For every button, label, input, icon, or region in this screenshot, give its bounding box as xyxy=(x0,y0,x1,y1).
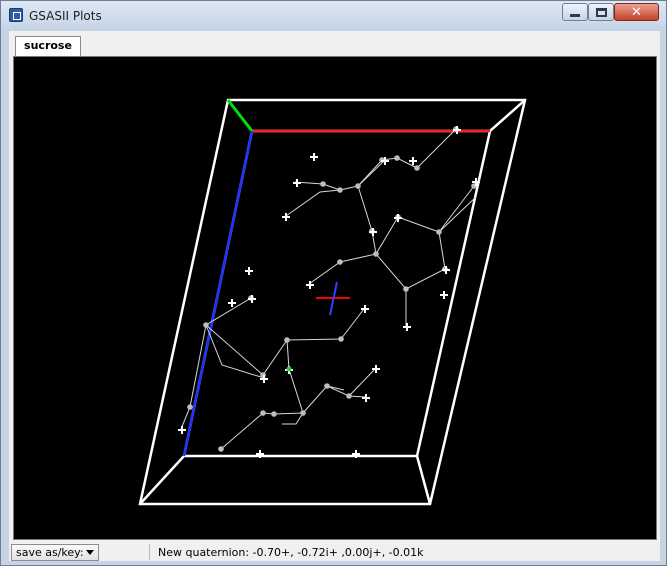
close-button[interactable]: ✕ xyxy=(614,3,659,21)
selected-atom-marker xyxy=(286,366,292,372)
c-axis xyxy=(182,130,254,457)
status-bar: save as/key: New quaternion: -0.70+, -0.… xyxy=(9,542,660,561)
app-icon xyxy=(9,8,23,22)
maximize-icon xyxy=(595,7,607,17)
save-as-key-select-value: save as/key: xyxy=(16,546,84,559)
minimize-button[interactable] xyxy=(562,3,588,21)
save-as-key-select[interactable]: save as/key: xyxy=(11,544,99,561)
window-title: GSASII Plots xyxy=(29,9,102,23)
title-bar[interactable]: GSASII Plots ✕ xyxy=(1,1,666,31)
hydrogen-markers xyxy=(178,126,480,458)
structure-plot-canvas[interactable] xyxy=(13,56,657,540)
maximize-button[interactable] xyxy=(588,3,614,21)
atoms xyxy=(187,126,477,452)
b-axis xyxy=(226,99,254,132)
close-icon: ✕ xyxy=(631,4,642,20)
tab-sucrose[interactable]: sucrose xyxy=(15,36,81,56)
gsas-plots-window: GSASII Plots ✕ sucrose save as/key: New … xyxy=(0,0,667,566)
chevron-down-icon xyxy=(86,550,94,555)
structure-drawing xyxy=(138,98,527,506)
plot-notebook: sucrose save as/key: New quaternion: -0.… xyxy=(9,31,660,561)
bonds xyxy=(180,128,477,450)
minimize-icon xyxy=(570,14,580,17)
status-divider xyxy=(149,544,150,560)
status-message: New quaternion: -0.70+, -0.72i+ ,0.00j+,… xyxy=(158,546,424,559)
